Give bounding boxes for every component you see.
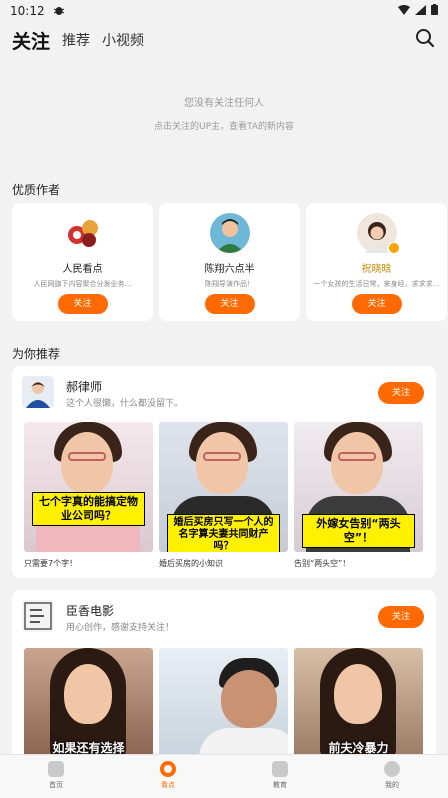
nav-highlights[interactable]: 看点 bbox=[112, 755, 224, 798]
video-thumbnail[interactable]: 婚后买房只写一个人的名字算夫妻共同财产吗？ bbox=[159, 422, 288, 552]
video-thumbnails: 如果还有选择 前夫冷暴力 bbox=[24, 648, 423, 760]
video-caption: 婚后买房只写一个人的名字算夫妻共同财产吗？ bbox=[167, 514, 280, 552]
video-thumbnail[interactable] bbox=[159, 648, 288, 760]
wifi-icon bbox=[398, 4, 410, 18]
nav-education[interactable]: 教育 bbox=[224, 755, 336, 798]
video-caption: 七个字真的能搞定物业公司吗？ bbox=[32, 492, 145, 526]
author-card[interactable]: 人民看点 人民网旗下内容聚合分发业务… 关注 bbox=[12, 203, 153, 321]
video-caption: 外嫁女告别“两头空”！ bbox=[302, 514, 415, 548]
tab-short-video[interactable]: 小视频 bbox=[102, 30, 144, 50]
nav-label: 我的 bbox=[385, 781, 399, 789]
nav-label: 教育 bbox=[273, 781, 287, 789]
author-desc: 一个女孩的生活日常，来身经，求求求… bbox=[313, 280, 440, 288]
creator-desc: 这个人很懒，什么都没留下。 bbox=[66, 399, 184, 409]
bottom-nav: 首页 看点 教育 我的 bbox=[0, 754, 448, 798]
creator-desc: 用心创作，感谢支持关注！ bbox=[66, 623, 175, 633]
video-title[interactable]: 婚后买房的小知识 bbox=[159, 558, 288, 569]
education-icon bbox=[272, 761, 288, 777]
follow-button[interactable]: 关注 bbox=[204, 294, 255, 314]
video-thumbnails: 七个字真的能搞定物业公司吗？ 婚后买房只写一个人的名字算夫妻共同财产吗？ 外嫁女… bbox=[24, 422, 423, 552]
clock: 10:12 bbox=[10, 4, 45, 18]
tab-follow[interactable]: 关注 bbox=[12, 27, 50, 54]
recommend-card: 郝律师 这个人很懒，什么都没留下。 关注 七个字真的能搞定物业公司吗？ 婚后买房… bbox=[12, 366, 436, 578]
author-name: 祝晓晗 bbox=[361, 264, 392, 275]
avatar bbox=[209, 213, 250, 253]
author-name: 陈翔六点半 bbox=[204, 264, 255, 275]
video-thumbnail[interactable]: 前夫冷暴力 bbox=[294, 648, 423, 760]
recommend-card-header[interactable]: 郝律师 这个人很懒，什么都没留下。 关注 bbox=[12, 366, 436, 414]
nav-label: 看点 bbox=[161, 781, 175, 789]
video-title[interactable]: 告别“两头空”！ bbox=[294, 558, 423, 569]
battery-icon bbox=[431, 4, 438, 18]
author-desc: 人民网旗下内容聚合分发业务… bbox=[33, 280, 132, 288]
empty-title: 您没有关注任何人 bbox=[184, 98, 264, 109]
author-name: 人民看点 bbox=[62, 264, 103, 275]
signal-icon bbox=[415, 4, 426, 18]
avatar bbox=[356, 213, 400, 254]
creator-name: 郝律师 bbox=[66, 380, 103, 394]
follow-button[interactable]: 关注 bbox=[351, 294, 402, 314]
nav-home[interactable]: 首页 bbox=[0, 755, 112, 798]
empty-follow-state: 您没有关注任何人 点击关注的UP主，查看TA的新内容 bbox=[0, 94, 448, 132]
author-desc: 陈翔导演作品！ bbox=[205, 280, 254, 288]
section-title-recommend: 为你推荐 bbox=[12, 347, 61, 361]
avatar bbox=[22, 376, 54, 408]
author-list: 人民看点 人民网旗下内容聚合分发业务… 关注 陈翔六点半 陈翔导演作品！ 关注 … bbox=[12, 203, 447, 321]
home-icon bbox=[48, 761, 64, 777]
follow-button[interactable]: 关注 bbox=[57, 294, 108, 314]
avatar bbox=[22, 600, 54, 632]
avatar bbox=[63, 213, 103, 253]
bug-icon bbox=[53, 4, 65, 19]
follow-button[interactable]: 关注 bbox=[378, 382, 424, 404]
nav-label: 首页 bbox=[49, 781, 63, 789]
follow-button[interactable]: 关注 bbox=[378, 606, 424, 628]
empty-subtitle: 点击关注的UP主，查看TA的新内容 bbox=[154, 122, 294, 132]
recommend-card: 臣香电影 用心创作，感谢支持关注！ 关注 如果还有选择 前夫冷暴力 bbox=[12, 590, 436, 760]
tab-recommend[interactable]: 推荐 bbox=[62, 30, 90, 50]
video-thumbnail[interactable]: 如果还有选择 bbox=[24, 648, 153, 760]
highlights-icon bbox=[160, 761, 176, 777]
search-icon[interactable] bbox=[414, 27, 438, 51]
top-nav: 关注 推荐 小视频 bbox=[0, 22, 448, 58]
author-card[interactable]: 祝晓晗 一个女孩的生活日常，来身经，求求求… 关注 bbox=[306, 203, 447, 321]
video-thumbnail[interactable]: 外嫁女告别“两头空”！ bbox=[294, 422, 423, 552]
section-title-quality-authors: 优质作者 bbox=[12, 183, 61, 197]
video-thumbnail[interactable]: 七个字真的能搞定物业公司吗？ bbox=[24, 422, 153, 552]
verified-badge-icon bbox=[387, 242, 400, 254]
nav-profile[interactable]: 我的 bbox=[336, 755, 448, 798]
profile-icon bbox=[384, 761, 400, 777]
author-card[interactable]: 陈翔六点半 陈翔导演作品！ 关注 bbox=[159, 203, 300, 321]
recommend-card-header[interactable]: 臣香电影 用心创作，感谢支持关注！ 关注 bbox=[12, 590, 436, 638]
creator-name: 臣香电影 bbox=[66, 604, 115, 618]
video-title[interactable]: 只需要7个字！ bbox=[24, 558, 153, 569]
status-bar: 10:12 bbox=[0, 0, 448, 22]
